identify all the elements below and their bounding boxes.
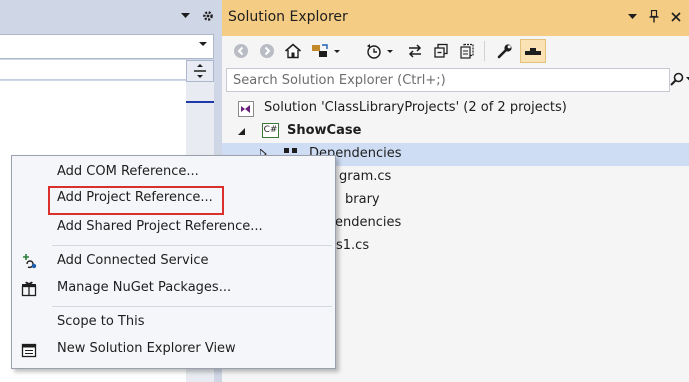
gear-icon[interactable] — [202, 10, 214, 22]
expanded-triangle-icon[interactable] — [238, 128, 246, 136]
navigation-dropdown[interactable] — [0, 34, 214, 59]
preview-icon[interactable] — [520, 39, 546, 63]
highlight-annotation-box — [48, 186, 224, 215]
editor-tab-strip — [0, 0, 222, 34]
solution-explorer-title: Solution Explorer — [228, 9, 348, 25]
nuget-package-icon — [21, 281, 37, 297]
menu-item-add-com-reference[interactable]: Add COM Reference... — [13, 162, 334, 184]
history-icon[interactable] — [364, 40, 400, 62]
search-input[interactable] — [227, 69, 633, 91]
properties-wrench-icon[interactable] — [494, 40, 516, 62]
close-icon[interactable] — [671, 11, 681, 22]
home-icon[interactable] — [283, 40, 303, 62]
menu-item-label: New Solution Explorer View — [57, 341, 236, 356]
menu-item-label: Add COM Reference... — [57, 164, 199, 179]
menu-item-label: Manage NuGet Packages... — [57, 280, 232, 295]
split-editor-button[interactable] — [186, 60, 214, 82]
sync-icon[interactable] — [404, 40, 426, 62]
solution-icon — [238, 101, 254, 117]
tree-item-project[interactable]: C# ShowCase — [222, 120, 689, 143]
show-all-files-icon[interactable] — [456, 40, 478, 62]
navigation-bar[interactable] — [0, 60, 186, 80]
menu-item-add-shared-project-reference[interactable]: Add Shared Project Reference... — [13, 217, 334, 239]
back-icon[interactable] — [231, 40, 251, 62]
scrollbar-position-marker — [186, 101, 214, 103]
csharp-project-icon: C# — [262, 123, 279, 138]
menu-separator — [52, 306, 332, 307]
forward-icon[interactable] — [257, 40, 277, 62]
menu-separator — [52, 245, 332, 246]
toolbar-separator — [484, 41, 485, 61]
menu-item-label: Add Connected Service — [57, 253, 209, 268]
switch-views-icon[interactable] — [309, 40, 345, 62]
tree-item-label: gram.cs — [339, 169, 392, 184]
search-box[interactable] — [226, 68, 689, 92]
connected-service-icon — [21, 254, 39, 270]
tree-item-label: s1.cs — [336, 238, 370, 253]
menu-item-manage-nuget-packages[interactable]: Manage NuGet Packages... — [13, 278, 334, 300]
menu-item-new-solution-explorer-view[interactable]: New Solution Explorer View — [13, 339, 334, 361]
window-position-icon[interactable] — [628, 13, 637, 20]
dropdown-triangle-icon[interactable] — [181, 13, 190, 19]
tree-item-label: endencies — [335, 215, 402, 230]
menu-item-add-connected-service[interactable]: Add Connected Service — [13, 251, 334, 273]
tree-item-label: brary — [345, 192, 380, 207]
tree-item-label: ShowCase — [287, 123, 362, 138]
menu-item-label: Add Shared Project Reference... — [57, 219, 263, 234]
menu-item-scope-to-this[interactable]: Scope to This — [13, 312, 334, 334]
tree-item-label: Solution 'ClassLibraryProjects' (2 of 2 … — [264, 100, 567, 115]
new-view-icon — [21, 342, 37, 358]
tree-item-solution[interactable]: Solution 'ClassLibraryProjects' (2 of 2 … — [222, 97, 689, 120]
chevron-down-icon — [199, 42, 207, 47]
title-bar-icons — [628, 10, 681, 23]
search-options[interactable] — [670, 72, 689, 86]
menu-item-label: Scope to This — [57, 314, 145, 329]
solution-explorer-title-bar: Solution Explorer — [222, 0, 689, 36]
search-icon — [670, 72, 684, 86]
editor-title-icons — [181, 10, 214, 22]
pin-icon[interactable] — [649, 10, 659, 23]
context-menu: Add COM Reference... Add Project Referen… — [11, 155, 336, 369]
collapse-all-icon[interactable] — [430, 40, 452, 62]
solution-explorer-toolbar — [222, 36, 689, 66]
